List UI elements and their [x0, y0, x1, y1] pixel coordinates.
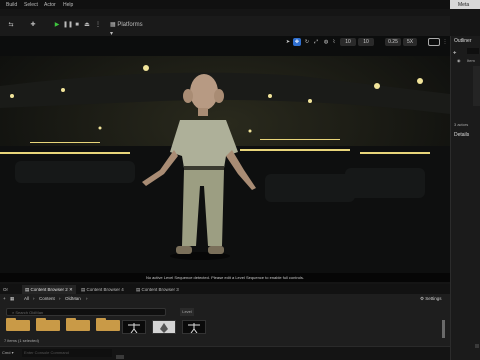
items-status: 7 items (1 selected)	[4, 338, 39, 343]
rotation-snap-toggle[interactable]: 10	[358, 38, 374, 46]
maximize-viewport-icon[interactable]	[428, 38, 440, 46]
rotate-icon[interactable]: ↻	[303, 38, 311, 46]
folder-tile[interactable]	[96, 318, 120, 331]
status-indicator	[116, 355, 124, 359]
viewport-status-message: No active Level Sequence detected. Pleas…	[0, 273, 450, 282]
platforms-label: Platforms	[117, 22, 143, 28]
stop-icon[interactable]: ■	[73, 21, 81, 30]
status-bar: Cmd ▾ Enter Console Command	[0, 346, 450, 360]
grid-snap-toggle[interactable]: 10	[340, 38, 356, 46]
details-scroll-handle[interactable]	[475, 344, 479, 348]
menu-build[interactable]: Build	[6, 2, 17, 8]
play-icon[interactable]: ▶	[53, 21, 61, 30]
folder-tile[interactable]	[66, 318, 90, 331]
chevron-right-icon: ›	[59, 296, 61, 301]
details-panel: Details	[450, 130, 480, 360]
platforms-dropdown[interactable]: ▦ Platforms ▾	[110, 21, 144, 37]
select-mode-icon[interactable]: ➤	[284, 38, 292, 46]
scale-snap-toggle[interactable]: 0.25	[385, 38, 401, 46]
menu-bar: Build Select Actor Help	[0, 0, 480, 9]
skeleton-asset-tile[interactable]	[122, 320, 146, 334]
camera-speed-value: 5X	[406, 39, 414, 45]
breadcrumb-all[interactable]: All	[24, 296, 29, 301]
scale-snap-value: 0.25	[388, 39, 398, 45]
outliner-item-label[interactable]: Item	[467, 58, 475, 63]
tab-overflow-label: Or	[3, 287, 8, 292]
level-viewport[interactable]: ➤ ✥ ↻ ⤢ ◍ ⌇ 10 10 0.25 5X ⋮ No active Le…	[0, 36, 450, 282]
grid-snap-value: 10	[345, 39, 351, 45]
transform-menu-icon[interactable]: ⇆	[6, 21, 16, 30]
settings-label: Settings	[425, 296, 442, 301]
eject-icon[interactable]: ⏏	[83, 21, 91, 30]
sources-icon[interactable]: ▦	[10, 296, 14, 302]
outliner-title: Outliner	[454, 38, 472, 44]
mesh-icon	[160, 323, 168, 333]
details-title: Details	[454, 132, 470, 138]
breadcrumb-oldman[interactable]: OldMan	[65, 296, 81, 301]
play-options-icon[interactable]: ⋮	[94, 21, 102, 30]
search-placeholder: Search OldMan	[15, 310, 44, 315]
tab-label: Content Browser 3	[141, 287, 179, 292]
tab-overflow[interactable]: Or	[0, 285, 11, 294]
cmd-dropdown[interactable]: Cmd ▾	[2, 350, 14, 355]
skeleton-asset-tile[interactable]	[182, 320, 206, 334]
step-icon[interactable]: ❚❚	[63, 21, 73, 30]
translate-icon[interactable]: ✥	[293, 38, 301, 46]
tab-content-browser-2[interactable]: ▤ Content Browser 2 ✕	[22, 285, 76, 294]
main-toolbar: ⇆ ✚ ▶ ❚❚ ■ ⏏ ⋮ ▦ Platforms ▾	[0, 16, 450, 37]
scene-render	[0, 56, 450, 282]
viewport-toolbar: ➤ ✥ ↻ ⤢ ◍ ⌇ 10 10 0.25 5X ⋮	[0, 36, 450, 48]
content-browser-tabs: Or ▤ Content Browser 2 ✕ ▤ Content Brows…	[0, 284, 450, 294]
chevron-right-icon: ›	[86, 296, 88, 301]
visibility-icon[interactable]: ◉	[457, 58, 461, 63]
add-button[interactable]: +	[3, 296, 6, 301]
selected-asset-tile[interactable]	[152, 320, 176, 334]
folder-tile[interactable]	[6, 318, 30, 331]
add-filter-icon[interactable]: ✚	[453, 50, 456, 55]
chevron-right-icon: ›	[33, 296, 35, 301]
folder-tile[interactable]	[36, 318, 60, 331]
platforms-icon: ▦	[110, 22, 116, 28]
rotation-snap-value: 10	[363, 39, 369, 45]
viewport-options-icon[interactable]: ⋮	[441, 38, 449, 46]
console-input[interactable]: Enter Console Command	[22, 349, 112, 357]
menu-actor[interactable]: Actor	[44, 2, 56, 8]
asset-search-input[interactable]: ⌕ Search OldMan	[6, 308, 166, 316]
menu-select[interactable]: Select	[24, 2, 38, 8]
world-local-icon[interactable]: ◍	[322, 38, 330, 46]
content-browser: + ▦ All › Content › OldMan › ⚙ Settings …	[0, 294, 450, 346]
skeleton-icon	[128, 323, 140, 334]
content-scrollbar[interactable]	[442, 320, 445, 338]
skeleton-icon	[188, 323, 200, 334]
breadcrumb-content[interactable]: Content	[39, 296, 55, 301]
outliner-panel: Outliner ✚ ◉ Item 3 actors	[450, 36, 480, 134]
outliner-search-input[interactable]	[467, 48, 479, 54]
tab-content-browser-3[interactable]: ▤ Content Browser 3	[133, 285, 182, 294]
level-filter-chip[interactable]: Level	[180, 308, 194, 316]
settings-button[interactable]: ⚙ Settings	[420, 296, 442, 302]
window-label: Meta	[450, 0, 480, 9]
tab-label: Content Browser 4	[86, 287, 124, 292]
surface-snap-icon[interactable]: ⌇	[330, 38, 338, 46]
cmd-label: Cmd	[2, 350, 11, 355]
tab-content-browser-4[interactable]: ▤ Content Browser 4	[78, 285, 127, 294]
camera-speed-toggle[interactable]: 5X	[403, 38, 417, 46]
scale-icon[interactable]: ⤢	[312, 38, 320, 46]
menu-help[interactable]: Help	[63, 2, 73, 8]
add-actor-icon[interactable]: ✚	[28, 21, 38, 30]
outliner-actor-count: 3 actors	[454, 122, 469, 127]
tab-label: Content Browser 2	[30, 287, 68, 292]
outliner-tree[interactable]	[473, 66, 480, 106]
